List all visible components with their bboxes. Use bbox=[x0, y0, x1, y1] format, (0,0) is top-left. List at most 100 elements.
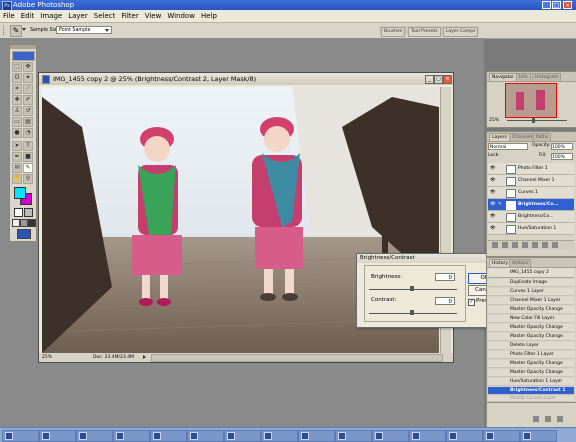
layer-row[interactable]: 👁 Photo Filter 1 bbox=[488, 163, 574, 175]
horizontal-scrollbar[interactable] bbox=[151, 354, 443, 362]
minimized-document[interactable] bbox=[39, 430, 76, 442]
history-item[interactable]: Hue/Saturation 1 Layer bbox=[488, 378, 574, 386]
layer-mask-thumbnail[interactable] bbox=[506, 201, 516, 210]
menu-edit[interactable]: Edit bbox=[18, 10, 38, 22]
add-mask-icon[interactable] bbox=[512, 242, 518, 248]
new-group-icon[interactable] bbox=[522, 242, 528, 248]
layer-mask-thumbnail[interactable] bbox=[506, 213, 516, 222]
screen-mode-full-menu-icon[interactable] bbox=[20, 219, 28, 227]
chevron-down-icon[interactable] bbox=[22, 28, 26, 31]
history-snapshot[interactable]: IMG_1455 copy 2 bbox=[488, 268, 574, 278]
minimize-icon[interactable]: _ bbox=[542, 1, 551, 9]
camera-icon[interactable] bbox=[545, 416, 551, 422]
link-layers-icon[interactable] bbox=[492, 242, 498, 248]
navigator-zoom-slider[interactable] bbox=[507, 120, 567, 121]
maximize-icon[interactable]: □ bbox=[552, 1, 561, 9]
minimized-document[interactable] bbox=[483, 430, 520, 442]
document-zoom[interactable]: 25% bbox=[42, 353, 52, 362]
eye-icon[interactable]: 👁 bbox=[490, 223, 496, 234]
shape-tool-icon[interactable]: ■ bbox=[23, 152, 33, 162]
minimized-document[interactable] bbox=[2, 430, 39, 442]
fill-input[interactable]: 100% bbox=[551, 153, 573, 160]
history-item[interactable]: Master Opacity Change bbox=[488, 369, 574, 377]
history-brush-tool-icon[interactable]: ↺ bbox=[23, 106, 33, 116]
history-item[interactable]: Duplicate Image bbox=[488, 279, 574, 287]
close-icon[interactable]: × bbox=[563, 1, 572, 9]
history-item[interactable]: Master Opacity Change bbox=[488, 324, 574, 332]
tab-channels[interactable]: Channels bbox=[509, 133, 536, 142]
well-tab-brushes[interactable]: Brushes bbox=[381, 27, 406, 37]
layer-row[interactable]: 👁 Curves 1 bbox=[488, 187, 574, 199]
minimized-document[interactable] bbox=[409, 430, 446, 442]
menu-help[interactable]: Help bbox=[198, 10, 220, 22]
brightness-slider-handle[interactable] bbox=[410, 286, 414, 291]
history-item[interactable]: New Color Fill Layer bbox=[488, 315, 574, 323]
gradient-tool-icon[interactable]: ▤ bbox=[23, 117, 33, 127]
minimized-document[interactable] bbox=[150, 430, 187, 442]
preview-checkbox[interactable]: ✓ bbox=[468, 299, 475, 306]
move-tool-icon[interactable]: ✥ bbox=[23, 62, 33, 72]
new-document-from-state-icon[interactable] bbox=[533, 416, 539, 422]
minimized-document[interactable] bbox=[187, 430, 224, 442]
contrast-slider-handle[interactable] bbox=[410, 310, 414, 315]
opacity-input[interactable]: 100% bbox=[551, 143, 573, 150]
type-tool-icon[interactable]: T bbox=[23, 141, 33, 151]
screen-mode-standard-icon[interactable] bbox=[12, 219, 20, 227]
marquee-tool-icon[interactable]: ⬚ bbox=[12, 62, 22, 72]
well-tab-tool-presets[interactable]: Tool Presets bbox=[408, 27, 441, 37]
minimized-document[interactable] bbox=[446, 430, 483, 442]
quick-mask-icon[interactable] bbox=[24, 208, 33, 217]
history-item[interactable]: Curves 1 Layer bbox=[488, 288, 574, 296]
layer-mask-thumbnail[interactable] bbox=[506, 177, 516, 186]
tab-paths[interactable]: Paths bbox=[533, 133, 552, 142]
tab-info[interactable]: Info bbox=[516, 73, 531, 82]
menu-image[interactable]: Image bbox=[37, 10, 65, 22]
minimized-document[interactable] bbox=[76, 430, 113, 442]
standard-mode-icon[interactable] bbox=[14, 208, 23, 217]
menu-view[interactable]: View bbox=[142, 10, 165, 22]
minimized-document[interactable] bbox=[224, 430, 261, 442]
healing-brush-tool-icon[interactable]: ✚ bbox=[12, 95, 22, 105]
minimized-document[interactable] bbox=[113, 430, 150, 442]
path-selection-tool-icon[interactable]: ➤ bbox=[12, 141, 22, 151]
trash-icon[interactable] bbox=[552, 242, 558, 248]
menu-window[interactable]: Window bbox=[164, 10, 198, 22]
tab-navigator[interactable]: Navigator bbox=[489, 73, 518, 82]
contrast-input[interactable]: 0 bbox=[435, 297, 455, 305]
history-item[interactable]: Photo Filter 1 Layer bbox=[488, 351, 574, 359]
eye-icon[interactable]: 👁 bbox=[490, 211, 496, 222]
history-item[interactable]: Master Opacity Change bbox=[488, 333, 574, 341]
layer-mask-thumbnail[interactable] bbox=[506, 189, 516, 198]
blend-mode-select[interactable]: Normal bbox=[488, 143, 528, 150]
notes-tool-icon[interactable]: ✉ bbox=[12, 163, 22, 173]
eyedropper-tool-icon[interactable]: ✎ bbox=[23, 163, 33, 173]
hand-tool-icon[interactable]: ✋ bbox=[12, 174, 22, 184]
tab-actions[interactable]: Actions bbox=[509, 259, 532, 268]
eye-icon[interactable]: 👁 bbox=[490, 163, 496, 174]
adobe-online-icon[interactable] bbox=[12, 51, 35, 61]
foreground-color-swatch[interactable] bbox=[14, 187, 26, 199]
tab-histogram[interactable]: Histogram bbox=[532, 73, 562, 82]
layer-style-icon[interactable] bbox=[502, 242, 508, 248]
tab-layers[interactable]: Layers bbox=[489, 133, 510, 142]
minimized-document[interactable] bbox=[298, 430, 335, 442]
eye-icon[interactable]: 👁 bbox=[490, 187, 496, 198]
layer-row[interactable]: 👁 Channel Mixer 1 bbox=[488, 175, 574, 187]
minimize-icon[interactable]: _ bbox=[425, 75, 434, 84]
toolbox-grip[interactable] bbox=[10, 45, 36, 49]
chevron-down-icon[interactable] bbox=[105, 29, 109, 32]
history-item[interactable]: Delete Layer bbox=[488, 342, 574, 350]
minimized-document[interactable] bbox=[372, 430, 409, 442]
trash-icon[interactable] bbox=[557, 416, 563, 422]
eraser-tool-icon[interactable]: ▭ bbox=[12, 117, 22, 127]
zoom-tool-icon[interactable]: ⚲ bbox=[23, 174, 33, 184]
close-icon[interactable]: × bbox=[443, 75, 452, 84]
blur-tool-icon[interactable]: ● bbox=[12, 128, 22, 138]
new-layer-icon[interactable] bbox=[542, 242, 548, 248]
new-adjustment-layer-icon[interactable] bbox=[532, 242, 538, 248]
chevron-right-icon[interactable] bbox=[143, 355, 146, 359]
sample-size-select[interactable]: Point Sample bbox=[56, 26, 112, 34]
minimized-document[interactable] bbox=[335, 430, 372, 442]
history-item[interactable]: Master Opacity Change bbox=[488, 306, 574, 314]
history-item[interactable]: Channel Mixer 1 Layer bbox=[488, 297, 574, 305]
